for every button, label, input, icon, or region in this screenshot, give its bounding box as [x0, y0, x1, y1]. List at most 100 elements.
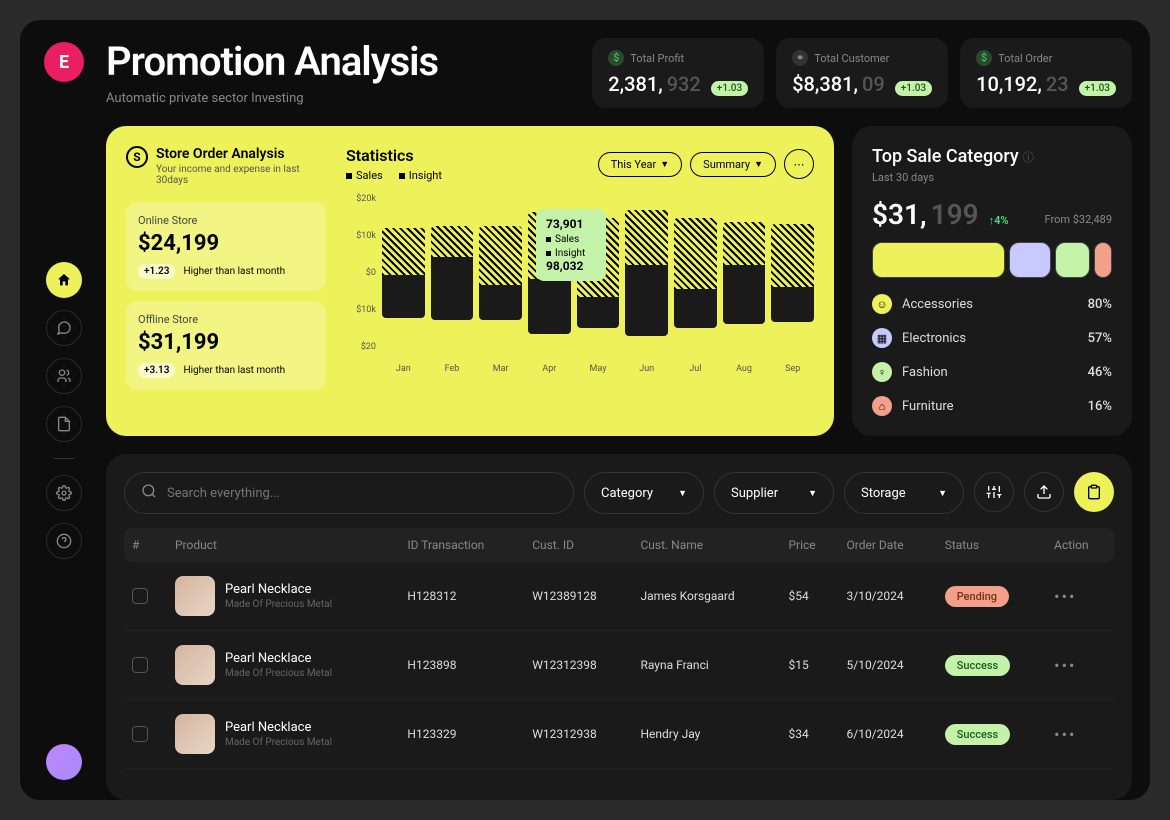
nav-settings[interactable] [46, 475, 82, 511]
nav-icons [46, 262, 82, 559]
table-header: Product [167, 528, 399, 562]
bar-col [674, 194, 717, 352]
chart-title-block: Statistics Sales Insight [346, 146, 442, 182]
bar-col [723, 194, 766, 352]
bar-col [479, 194, 522, 352]
store-card-value: $24,199 [138, 231, 314, 256]
chart: $20k$10k$0$10k$20 JanFebMarAprMayJunJulA… [346, 194, 814, 374]
top-sale-title: Top Sale Categoryⓘ [872, 146, 1112, 167]
y-axis: $20k$10k$0$10k$20 [346, 194, 376, 352]
store-card-label: Online Store [138, 214, 314, 227]
color-segment [1009, 242, 1050, 278]
product-image [175, 645, 215, 685]
stat-badge: +1.03 [895, 81, 932, 96]
category-filter[interactable]: Category▼ [584, 472, 704, 514]
search-box[interactable] [124, 472, 574, 514]
user-avatar[interactable] [46, 744, 82, 780]
category-label: Accessories [902, 297, 973, 312]
color-bar [872, 242, 1112, 278]
store-title: Store Order Analysis [156, 146, 326, 162]
row-checkbox[interactable] [132, 588, 148, 604]
nav-help[interactable] [46, 523, 82, 559]
chevron-down-icon: ▼ [678, 488, 687, 499]
dollar-icon: S [126, 146, 148, 168]
table-header: Action [1046, 528, 1114, 562]
table-header: ID Transaction [399, 528, 524, 562]
storage-filter[interactable]: Storage▼ [844, 472, 964, 514]
chart-title: Statistics [346, 146, 442, 165]
upload-button[interactable] [1024, 472, 1064, 512]
nav-home[interactable] [46, 262, 82, 298]
table-row: Pearl NecklaceMade Of Precious Metal H12… [124, 631, 1114, 700]
category-icon: ▦ [872, 328, 892, 348]
cust-name: Rayna Franci [632, 631, 780, 700]
store-card-value: $31,199 [138, 330, 314, 355]
stats-row: $Total Profit 2,381,932+1.03 ⚭Total Cust… [592, 38, 1132, 108]
sidebar: E [38, 38, 90, 800]
row-actions[interactable]: ••• [1054, 587, 1076, 606]
txn-id: H123898 [399, 631, 524, 700]
price: $54 [780, 562, 838, 631]
price: $34 [780, 700, 838, 769]
category-label: Furniture [902, 399, 954, 414]
bar-col [382, 194, 425, 352]
store-card-label: Offline Store [138, 313, 314, 326]
cust-id: W12312938 [524, 700, 632, 769]
supplier-filter[interactable]: Supplier▼ [714, 472, 834, 514]
chart-more-button[interactable]: ⋯ [784, 149, 814, 179]
category-row: ⌂ Furniture 16% [872, 396, 1112, 416]
order-date: 5/10/2024 [839, 631, 937, 700]
legend-sales: Sales [346, 169, 383, 182]
header: Promotion Analysis Automatic private sec… [106, 38, 1132, 108]
chart-legend: Sales Insight [346, 169, 442, 182]
table-header: Price [780, 528, 838, 562]
product-cell: Pearl NecklaceMade Of Precious Metal [175, 714, 391, 754]
category-icon: ⌂ [872, 396, 892, 416]
bar-col [431, 194, 474, 352]
search-input[interactable] [167, 486, 557, 501]
row-checkbox[interactable] [132, 726, 148, 742]
period-dropdown[interactable]: This Year▼ [598, 152, 682, 177]
row-actions[interactable]: ••• [1054, 725, 1076, 744]
row-actions[interactable]: ••• [1054, 656, 1076, 675]
product-desc: Made Of Precious Metal [225, 668, 332, 679]
txn-id: H128312 [399, 562, 524, 631]
page-subtitle: Automatic private sector Investing [106, 91, 438, 106]
table-section: Category▼ Supplier▼ Storage▼ #ProductID … [106, 454, 1132, 800]
color-segment [1094, 242, 1112, 278]
page-title: Promotion Analysis [106, 38, 438, 85]
growth-indicator: ↑4% [989, 214, 1009, 227]
nav-divider [54, 458, 74, 459]
nav-chat[interactable] [46, 310, 82, 346]
category-icon: ☺ [872, 294, 892, 314]
product-image [175, 576, 215, 616]
stat-card: $Total Profit 2,381,932+1.03 [592, 38, 764, 108]
info-icon[interactable]: ⓘ [1023, 149, 1034, 165]
stat-label: Total Order [998, 52, 1052, 65]
stat-icon: $ [608, 50, 624, 66]
nav-document[interactable] [46, 406, 82, 442]
product-desc: Made Of Precious Metal [225, 737, 332, 748]
view-dropdown[interactable]: Summary▼ [690, 152, 776, 177]
filter-settings-button[interactable] [974, 472, 1014, 512]
row-checkbox[interactable] [132, 657, 148, 673]
bar-col [771, 194, 814, 352]
table-header: Cust. ID [524, 528, 632, 562]
store-section: S Store Order Analysis Your income and e… [126, 146, 326, 416]
table-row: Pearl NecklaceMade Of Precious Metal H12… [124, 700, 1114, 769]
chevron-down-icon: ▼ [754, 159, 763, 170]
stat-card: ⚭Total Customer $8,381,09+1.03 [776, 38, 948, 108]
status-badge: Success [945, 724, 1010, 745]
store-card: Offline Store $31,199 +3.13Higher than l… [126, 301, 326, 390]
store-note: Higher than last month [183, 365, 285, 376]
clipboard-button[interactable] [1074, 472, 1114, 512]
status-badge: Pending [945, 586, 1009, 607]
nav-users[interactable] [46, 358, 82, 394]
cust-id: W12389128 [524, 562, 632, 631]
title-block: Promotion Analysis Automatic private sec… [106, 38, 438, 106]
txn-id: H123329 [399, 700, 524, 769]
category-row: ♀ Fashion 46% [872, 362, 1112, 382]
stat-value: 10,192,23+1.03 [976, 72, 1116, 96]
product-desc: Made Of Precious Metal [225, 599, 332, 610]
store-subtitle: Your income and expense in last 30days [156, 164, 326, 186]
